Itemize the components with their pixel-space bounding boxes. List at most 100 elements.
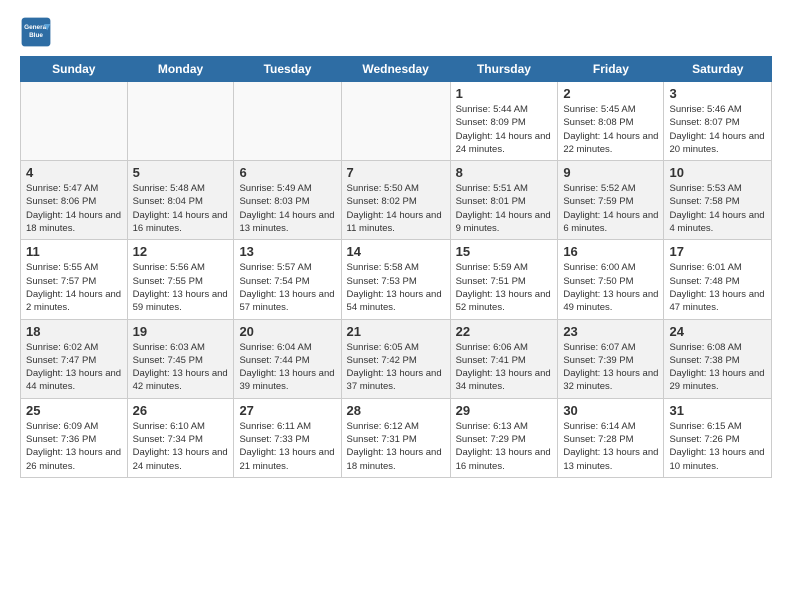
day-header-sunday: Sunday <box>21 57 128 82</box>
calendar-cell: 28Sunrise: 6:12 AMSunset: 7:31 PMDayligh… <box>341 398 450 477</box>
calendar-cell: 3 Sunrise: 5:46 AMSunset: 8:07 PMDaylight… <box>664 82 772 161</box>
calendar-body: 1 Sunrise: 5:44 AMSunset: 8:09 PMDaylight… <box>21 82 772 478</box>
svg-text:Blue: Blue <box>29 32 43 39</box>
day-info: Sunrise: 6:13 AMSunset: 7:29 PMDaylight:… <box>456 420 553 473</box>
day-number: 9 <box>563 165 658 180</box>
day-info: Sunrise: 5:51 AMSunset: 8:01 PMDaylight:… <box>456 182 553 235</box>
day-info: Sunrise: 6:05 AMSunset: 7:42 PMDaylight:… <box>347 341 445 394</box>
day-info: Sunrise: 6:09 AMSunset: 7:36 PMDaylight:… <box>26 420 122 473</box>
day-header-wednesday: Wednesday <box>341 57 450 82</box>
day-number: 26 <box>133 403 229 418</box>
day-number: 16 <box>563 244 658 259</box>
calendar-cell: 9 Sunrise: 5:52 AMSunset: 7:59 PMDaylight… <box>558 161 664 240</box>
calendar-cell: 14Sunrise: 5:58 AMSunset: 7:53 PMDayligh… <box>341 240 450 319</box>
day-info: Sunrise: 5:45 AMSunset: 8:08 PMDaylight:… <box>563 103 658 156</box>
day-info: Sunrise: 6:02 AMSunset: 7:47 PMDaylight:… <box>26 341 122 394</box>
day-number: 4 <box>26 165 122 180</box>
day-info: Sunrise: 5:52 AMSunset: 7:59 PMDaylight:… <box>563 182 658 235</box>
day-info: Sunrise: 6:15 AMSunset: 7:26 PMDaylight:… <box>669 420 766 473</box>
day-header-saturday: Saturday <box>664 57 772 82</box>
day-info: Sunrise: 5:49 AMSunset: 8:03 PMDaylight:… <box>239 182 335 235</box>
day-number: 1 <box>456 86 553 101</box>
day-number: 18 <box>26 324 122 339</box>
logo: General Blue <box>20 16 56 48</box>
day-number: 11 <box>26 244 122 259</box>
calendar-cell: 10Sunrise: 5:53 AMSunset: 7:58 PMDayligh… <box>664 161 772 240</box>
day-info: Sunrise: 5:50 AMSunset: 8:02 PMDaylight:… <box>347 182 445 235</box>
day-number: 21 <box>347 324 445 339</box>
day-number: 2 <box>563 86 658 101</box>
day-header-friday: Friday <box>558 57 664 82</box>
day-info: Sunrise: 6:03 AMSunset: 7:45 PMDaylight:… <box>133 341 229 394</box>
day-info: Sunrise: 5:57 AMSunset: 7:54 PMDaylight:… <box>239 261 335 314</box>
calendar-cell: 18 Sunrise: 6:02 AMSunset: 7:47 PMDayligh… <box>21 319 128 398</box>
calendar-cell: 2 Sunrise: 5:45 AMSunset: 8:08 PMDaylight… <box>558 82 664 161</box>
calendar-cell: 20Sunrise: 6:04 AMSunset: 7:44 PMDayligh… <box>234 319 341 398</box>
day-number: 27 <box>239 403 335 418</box>
day-info: Sunrise: 5:53 AMSunset: 7:58 PMDaylight:… <box>669 182 766 235</box>
calendar-cell: 15 Sunrise: 5:59 AMSunset: 7:51 PMDayligh… <box>450 240 558 319</box>
day-number: 5 <box>133 165 229 180</box>
day-number: 31 <box>669 403 766 418</box>
day-info: Sunrise: 5:47 AMSunset: 8:06 PMDaylight:… <box>26 182 122 235</box>
calendar-cell: 4 Sunrise: 5:47 AMSunset: 8:06 PMDaylight… <box>21 161 128 240</box>
day-info: Sunrise: 5:56 AMSunset: 7:55 PMDaylight:… <box>133 261 229 314</box>
day-info: Sunrise: 5:48 AMSunset: 8:04 PMDaylight:… <box>133 182 229 235</box>
day-number: 24 <box>669 324 766 339</box>
calendar-week-3: 11 Sunrise: 5:55 AMSunset: 7:57 PMDayligh… <box>21 240 772 319</box>
day-number: 19 <box>133 324 229 339</box>
calendar-week-5: 25 Sunrise: 6:09 AMSunset: 7:36 PMDayligh… <box>21 398 772 477</box>
day-number: 14 <box>347 244 445 259</box>
calendar-cell: 25 Sunrise: 6:09 AMSunset: 7:36 PMDayligh… <box>21 398 128 477</box>
logo-icon: General Blue <box>20 16 52 48</box>
day-number: 29 <box>456 403 553 418</box>
calendar-cell: 21 Sunrise: 6:05 AMSunset: 7:42 PMDayligh… <box>341 319 450 398</box>
day-info: Sunrise: 6:10 AMSunset: 7:34 PMDaylight:… <box>133 420 229 473</box>
day-header-monday: Monday <box>127 57 234 82</box>
day-info: Sunrise: 6:04 AMSunset: 7:44 PMDaylight:… <box>239 341 335 394</box>
day-number: 30 <box>563 403 658 418</box>
calendar-cell: 1 Sunrise: 5:44 AMSunset: 8:09 PMDaylight… <box>450 82 558 161</box>
day-header-tuesday: Tuesday <box>234 57 341 82</box>
day-number: 25 <box>26 403 122 418</box>
header: General Blue <box>20 16 772 48</box>
calendar-cell <box>127 82 234 161</box>
calendar-cell: 23 Sunrise: 6:07 AMSunset: 7:39 PMDayligh… <box>558 319 664 398</box>
calendar-cell <box>341 82 450 161</box>
day-info: Sunrise: 6:00 AMSunset: 7:50 PMDaylight:… <box>563 261 658 314</box>
calendar-cell: 22Sunrise: 6:06 AMSunset: 7:41 PMDayligh… <box>450 319 558 398</box>
day-info: Sunrise: 6:07 AMSunset: 7:39 PMDaylight:… <box>563 341 658 394</box>
calendar-cell: 7 Sunrise: 5:50 AMSunset: 8:02 PMDaylight… <box>341 161 450 240</box>
calendar-cell: 12 Sunrise: 5:56 AMSunset: 7:55 PMDayligh… <box>127 240 234 319</box>
calendar-cell: 5 Sunrise: 5:48 AMSunset: 8:04 PMDaylight… <box>127 161 234 240</box>
day-number: 6 <box>239 165 335 180</box>
day-number: 17 <box>669 244 766 259</box>
day-number: 3 <box>669 86 766 101</box>
calendar-cell: 31 Sunrise: 6:15 AMSunset: 7:26 PMDayligh… <box>664 398 772 477</box>
day-info: Sunrise: 6:14 AMSunset: 7:28 PMDaylight:… <box>563 420 658 473</box>
day-info: Sunrise: 5:46 AMSunset: 8:07 PMDaylight:… <box>669 103 766 156</box>
day-number: 23 <box>563 324 658 339</box>
calendar-week-1: 1 Sunrise: 5:44 AMSunset: 8:09 PMDaylight… <box>21 82 772 161</box>
day-info: Sunrise: 6:11 AMSunset: 7:33 PMDaylight:… <box>239 420 335 473</box>
calendar-week-4: 18 Sunrise: 6:02 AMSunset: 7:47 PMDayligh… <box>21 319 772 398</box>
calendar-cell: 19 Sunrise: 6:03 AMSunset: 7:45 PMDayligh… <box>127 319 234 398</box>
day-info: Sunrise: 5:44 AMSunset: 8:09 PMDaylight:… <box>456 103 553 156</box>
day-info: Sunrise: 5:55 AMSunset: 7:57 PMDaylight:… <box>26 261 122 314</box>
day-number: 13 <box>239 244 335 259</box>
day-number: 22 <box>456 324 553 339</box>
day-number: 28 <box>347 403 445 418</box>
day-number: 12 <box>133 244 229 259</box>
calendar-cell: 16 Sunrise: 6:00 AMSunset: 7:50 PMDayligh… <box>558 240 664 319</box>
calendar-cell: 26 Sunrise: 6:10 AMSunset: 7:34 PMDayligh… <box>127 398 234 477</box>
calendar-cell <box>21 82 128 161</box>
calendar-cell: 30 Sunrise: 6:14 AMSunset: 7:28 PMDayligh… <box>558 398 664 477</box>
calendar-cell: 24Sunrise: 6:08 AMSunset: 7:38 PMDayligh… <box>664 319 772 398</box>
calendar-cell: 27 Sunrise: 6:11 AMSunset: 7:33 PMDayligh… <box>234 398 341 477</box>
day-number: 8 <box>456 165 553 180</box>
calendar-cell: 8 Sunrise: 5:51 AMSunset: 8:01 PMDaylight… <box>450 161 558 240</box>
calendar-cell <box>234 82 341 161</box>
day-info: Sunrise: 5:59 AMSunset: 7:51 PMDaylight:… <box>456 261 553 314</box>
day-number: 15 <box>456 244 553 259</box>
day-number: 7 <box>347 165 445 180</box>
